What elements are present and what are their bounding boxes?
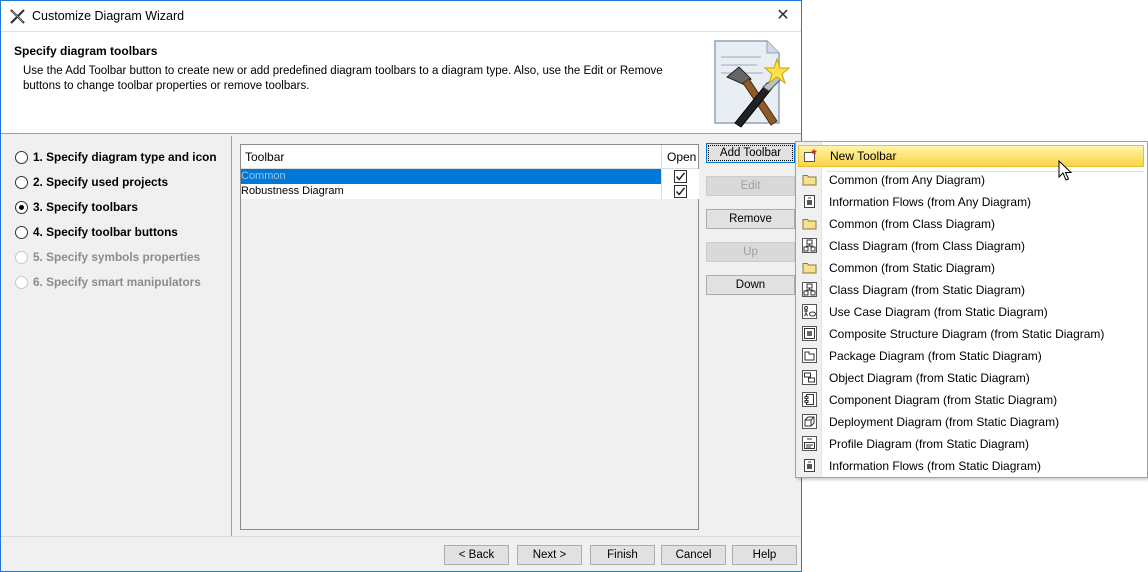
component-diagram-icon — [802, 392, 817, 407]
add-toolbar-button[interactable]: Add Toolbar — [706, 143, 795, 163]
toolbar-name: Robustness Diagram — [241, 185, 344, 197]
step-label: 1. Specify diagram type and icon — [33, 150, 217, 164]
title-bar: Customize Diagram Wizard ✕ — [1, 1, 801, 32]
step-label: 2. Specify used projects — [33, 175, 169, 189]
window-title: Customize Diagram Wizard — [32, 9, 185, 23]
step-5: 5. Specify symbols properties — [15, 248, 200, 266]
menu-item-class-class[interactable]: Class Diagram (from Class Diagram) — [796, 235, 1147, 257]
open-cell — [661, 169, 699, 184]
menu-item-label: Class Diagram (from Class Diagram) — [829, 239, 1026, 253]
menu-item-label: Composite Structure Diagram (from Static… — [829, 327, 1105, 341]
class-diagram-icon — [802, 282, 817, 297]
wizard-tools-icon — [707, 37, 797, 131]
step-radio — [15, 250, 28, 264]
help-button[interactable]: Help — [732, 545, 797, 565]
step-3[interactable]: 3. Specify toolbars — [15, 198, 138, 216]
content-divider — [231, 136, 232, 536]
menu-item-label: Use Case Diagram (from Static Diagram) — [829, 305, 1048, 319]
finish-button[interactable]: Finish — [590, 545, 655, 565]
header-description: Use the Add Toolbar button to create new… — [23, 65, 663, 92]
table-header: Toolbar Open — [241, 145, 698, 169]
menu-item-label: Information Flows (from Any Diagram) — [829, 195, 1032, 209]
menu-item-label: Common (from Any Diagram) — [829, 173, 986, 187]
table-row[interactable]: Common — [241, 169, 699, 184]
header-title: Specify diagram toolbars — [14, 44, 158, 58]
back-button[interactable]: < Back — [444, 545, 509, 565]
folder-icon — [802, 216, 817, 231]
menu-item-use-case-static[interactable]: Use Case Diagram (from Static Diagram) — [796, 301, 1147, 323]
toolbar-name: Common — [241, 170, 286, 182]
column-open[interactable]: Open — [661, 145, 699, 169]
menu-item-composite-static[interactable]: Composite Structure Diagram (from Static… — [796, 323, 1147, 345]
open-checkbox[interactable] — [674, 170, 687, 183]
information-flow-icon — [802, 458, 817, 473]
step-label: 3. Specify toolbars — [33, 200, 138, 214]
menu-item-label: Profile Diagram (from Static Diagram) — [829, 437, 1030, 451]
profile-diagram-icon — [802, 436, 817, 451]
composite-structure-icon — [802, 326, 817, 341]
wizard-header: Specify diagram toolbars Use the Add Too… — [1, 32, 801, 134]
menu-item-info-flows-any[interactable]: Information Flows (from Any Diagram) — [796, 191, 1147, 213]
menu-item-label: Class Diagram (from Static Diagram) — [829, 283, 1026, 297]
open-checkbox[interactable] — [674, 185, 687, 198]
table-row[interactable]: Robustness Diagram — [241, 184, 699, 199]
deployment-diagram-icon — [802, 414, 817, 429]
wizard-window: Customize Diagram Wizard ✕ Specify diagr… — [0, 0, 802, 572]
menu-item-common-class[interactable]: Common (from Class Diagram) — [796, 213, 1147, 235]
step-6: 6. Specify smart manipulators — [15, 273, 201, 291]
column-toolbar[interactable]: Toolbar — [245, 150, 284, 164]
menu-item-new-toolbar[interactable]: New Toolbar — [798, 145, 1144, 167]
remove-button[interactable]: Remove — [706, 209, 795, 229]
new-toolbar-icon — [803, 148, 818, 163]
app-logo-icon — [9, 8, 26, 25]
step-1[interactable]: 1. Specify diagram type and icon — [15, 148, 217, 166]
toolbars-table[interactable]: Toolbar Open Common Robustness Diagram — [240, 144, 699, 530]
menu-item-label: Component Diagram (from Static Diagram) — [829, 393, 1058, 407]
step-radio[interactable] — [15, 175, 28, 189]
step-radio[interactable] — [15, 200, 28, 214]
step-2[interactable]: 2. Specify used projects — [15, 173, 168, 191]
up-button[interactable]: Up — [706, 242, 795, 262]
step-radio[interactable] — [15, 150, 28, 164]
menu-item-label: New Toolbar — [830, 149, 897, 163]
menu-item-component-static[interactable]: Component Diagram (from Static Diagram) — [796, 389, 1147, 411]
mouse-cursor-icon — [1058, 160, 1072, 182]
folder-icon — [802, 260, 817, 275]
step-label: 4. Specify toolbar buttons — [33, 225, 178, 239]
step-radio — [15, 275, 28, 289]
add-toolbar-menu: New Toolbar Common (from Any Diagram) In… — [795, 141, 1148, 478]
close-icon[interactable]: ✕ — [773, 6, 793, 26]
edit-button[interactable]: Edit — [706, 176, 795, 196]
use-case-diagram-icon — [802, 304, 817, 319]
footer-divider — [1, 536, 801, 537]
menu-item-package-static[interactable]: Package Diagram (from Static Diagram) — [796, 345, 1147, 367]
menu-item-common-any[interactable]: Common (from Any Diagram) — [796, 169, 1147, 191]
menu-item-info-flows-static[interactable]: Information Flows (from Static Diagram) — [796, 455, 1147, 477]
step-label: 5. Specify symbols properties — [33, 250, 201, 264]
down-button[interactable]: Down — [706, 275, 795, 295]
step-4[interactable]: 4. Specify toolbar buttons — [15, 223, 178, 241]
step-label: 6. Specify smart manipulators — [33, 275, 201, 289]
information-flow-icon — [802, 194, 817, 209]
menu-item-object-static[interactable]: Object Diagram (from Static Diagram) — [796, 367, 1147, 389]
cancel-button[interactable]: Cancel — [661, 545, 726, 565]
class-diagram-icon — [802, 238, 817, 253]
menu-item-class-static[interactable]: Class Diagram (from Static Diagram) — [796, 279, 1147, 301]
menu-item-label: Information Flows (from Static Diagram) — [829, 459, 1042, 473]
menu-item-common-static[interactable]: Common (from Static Diagram) — [796, 257, 1147, 279]
next-button[interactable]: Next > — [517, 545, 582, 565]
menu-item-label: Common (from Class Diagram) — [829, 217, 996, 231]
menu-item-label: Deployment Diagram (from Static Diagram) — [829, 415, 1060, 429]
menu-item-label: Package Diagram (from Static Diagram) — [829, 349, 1042, 363]
open-cell — [661, 184, 699, 199]
menu-item-profile-static[interactable]: Profile Diagram (from Static Diagram) — [796, 433, 1147, 455]
wizard-steps: 1. Specify diagram type and icon 2. Spec… — [1, 136, 231, 536]
folder-icon — [802, 172, 817, 187]
menu-item-label: Object Diagram (from Static Diagram) — [829, 371, 1030, 385]
menu-item-label: Common (from Static Diagram) — [829, 261, 996, 275]
object-diagram-icon — [802, 370, 817, 385]
menu-item-deployment-static[interactable]: Deployment Diagram (from Static Diagram) — [796, 411, 1147, 433]
package-diagram-icon — [802, 348, 817, 363]
step-radio[interactable] — [15, 225, 28, 239]
